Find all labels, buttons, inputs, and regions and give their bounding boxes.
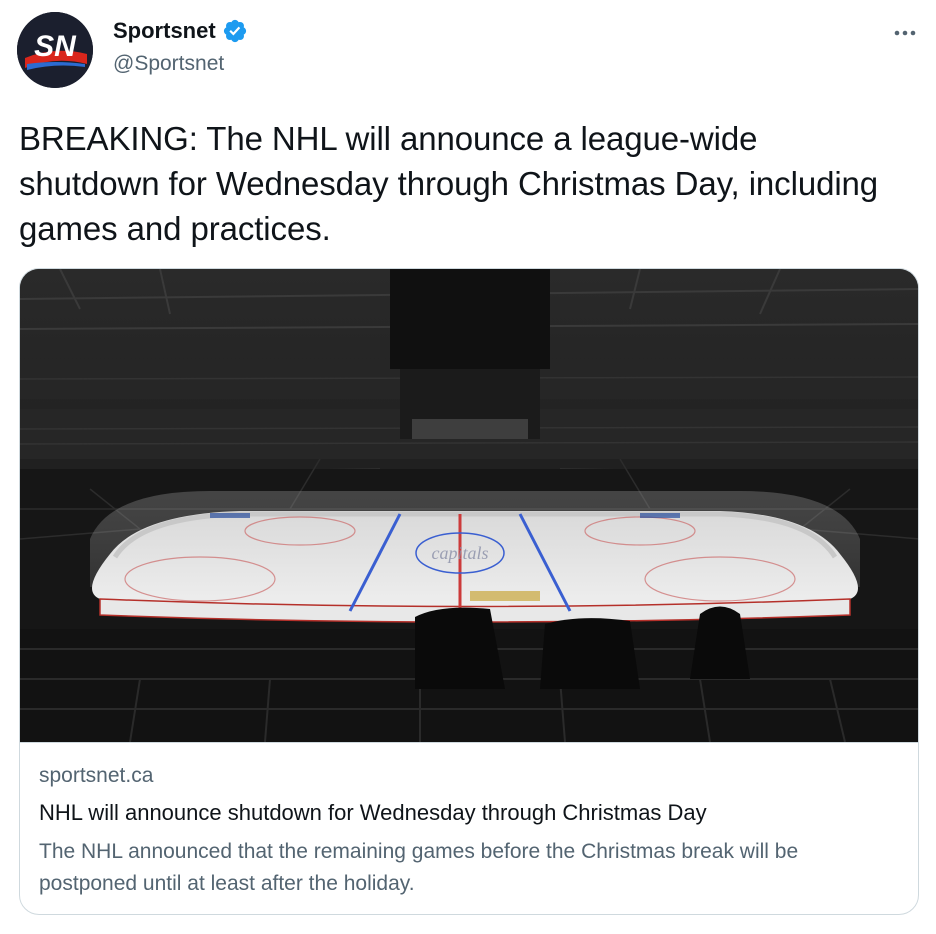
arena-image: capitals (20, 269, 918, 742)
author-name-row[interactable]: Sportsnet (113, 18, 248, 44)
more-button[interactable] (890, 18, 920, 48)
card-description: The NHL announced that the remaining gam… (39, 840, 799, 895)
card-divider (20, 742, 918, 743)
link-card[interactable]: capitals sportsnet.ca NHL will announce … (19, 268, 919, 915)
tweet: SN Sportsnet @Sportsnet BREAKING: The NH… (0, 0, 936, 934)
display-name[interactable]: Sportsnet (113, 18, 216, 44)
sportsnet-logo: SN (17, 12, 93, 88)
card-domain: sportsnet.ca (39, 764, 154, 787)
more-horizontal-icon (894, 30, 916, 36)
card-title[interactable]: NHL will announce shutdown for Wednesday… (39, 800, 707, 826)
tweet-text: BREAKING: The NHL will announce a league… (19, 120, 879, 247)
verified-badge-icon (223, 19, 246, 43)
author-handle[interactable]: @Sportsnet (113, 52, 224, 76)
card-image[interactable]: capitals (20, 269, 918, 742)
avatar-text: SN (34, 30, 77, 63)
avatar[interactable]: SN (17, 12, 93, 88)
rink-logo: capitals (432, 543, 489, 563)
